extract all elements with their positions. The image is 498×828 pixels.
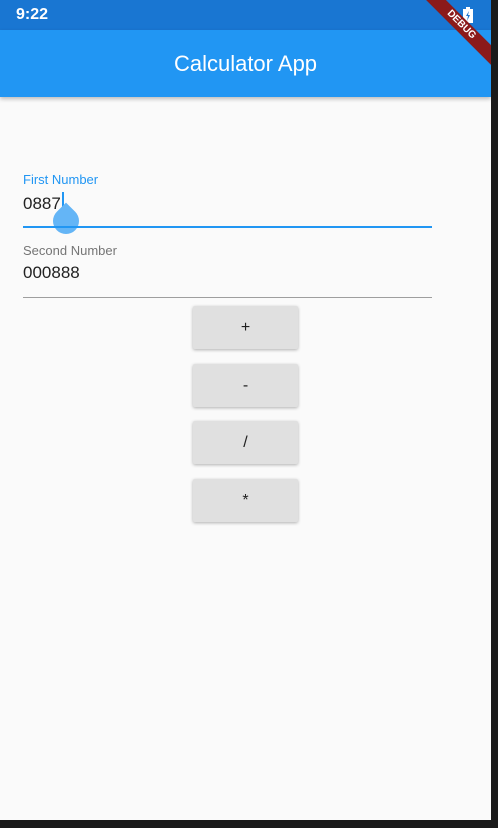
first-number-label: First Number bbox=[23, 172, 99, 187]
status-time: 9:22 bbox=[16, 6, 49, 23]
add-button[interactable]: + bbox=[193, 306, 298, 349]
second-number-field[interactable]: Second Number 000888 bbox=[23, 243, 432, 299]
first-number-underline bbox=[23, 226, 432, 228]
second-number-input[interactable]: 000888 bbox=[23, 263, 80, 283]
divide-button[interactable]: / bbox=[193, 421, 298, 464]
second-number-underline bbox=[23, 297, 432, 298]
second-number-label: Second Number bbox=[23, 243, 117, 258]
first-number-input[interactable]: 0887 bbox=[23, 194, 61, 213]
device-edge-right bbox=[491, 0, 498, 828]
app-title: Calculator App bbox=[173, 50, 318, 76]
app-screen: 9:22 DEBUG Calculator App First Number 0… bbox=[0, 0, 491, 820]
subtract-button[interactable]: - bbox=[193, 364, 298, 407]
device-edge-bottom bbox=[0, 820, 498, 828]
app-bar: Calculator App bbox=[0, 30, 491, 97]
first-number-field[interactable]: First Number 0887 bbox=[23, 172, 432, 240]
status-bar: 9:22 bbox=[0, 0, 491, 30]
multiply-button[interactable]: * bbox=[193, 479, 298, 522]
